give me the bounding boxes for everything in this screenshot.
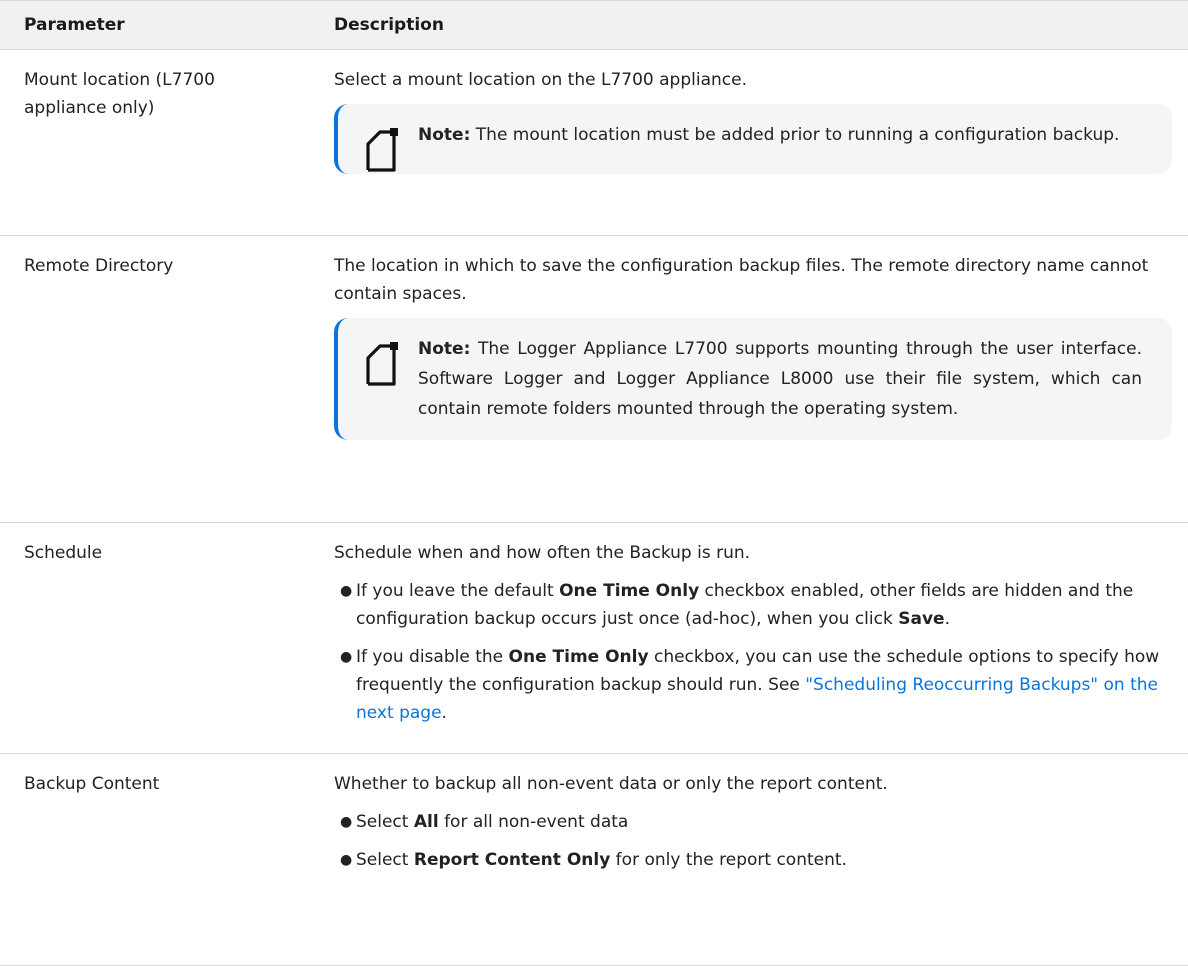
param-schedule: Schedule: [0, 522, 310, 754]
note-box: Note: The mount location must be added p…: [334, 104, 1172, 174]
bold-text: Report Content Only: [413, 850, 611, 870]
bullet-icon: ●: [340, 649, 353, 665]
list-item: ● Select Report Content Only for only the…: [334, 846, 1180, 874]
table-header-row: Parameter Description: [0, 0, 1188, 50]
note-body: The mount location must be added prior t…: [470, 125, 1120, 145]
desc-remote-directory: The location in which to save the config…: [334, 256, 1149, 304]
param-remote-directory: Remote Directory: [0, 235, 310, 523]
desc-cell: Whether to backup all non-event data or …: [310, 753, 1188, 966]
desc-cell: The location in which to save the config…: [310, 235, 1188, 523]
bullet-icon: ●: [340, 814, 353, 830]
param-backup-content: Backup Content: [0, 753, 310, 966]
table-row: Schedule Schedule when and how often the…: [0, 522, 1188, 754]
desc-mount-location: Select a mount location on the L7700 app…: [334, 70, 747, 90]
bullet-list: ● If you leave the default One Time Only …: [334, 577, 1180, 727]
note-label: Note:: [418, 125, 471, 145]
text: Select: [356, 850, 414, 870]
text: Select: [356, 812, 414, 832]
desc-schedule: Schedule when and how often the Backup i…: [334, 543, 751, 563]
note-text: Note: The mount location must be added p…: [418, 120, 1142, 150]
header-parameter: Parameter: [0, 0, 310, 50]
text: .: [441, 703, 447, 723]
table-row: Mount location (L7700 appliance only) Se…: [0, 49, 1188, 236]
bold-text: Save: [898, 609, 945, 629]
parameter-table: Parameter Description Mount location (L7…: [0, 0, 1188, 966]
bullet-icon: ●: [340, 583, 353, 599]
note-body: The Logger Appliance L7700 supports moun…: [418, 339, 1142, 419]
bullet-list: ● Select All for all non-event data ● Sele…: [334, 808, 1180, 874]
text: for all non-event data: [438, 812, 629, 832]
bullet-icon: ●: [340, 852, 353, 868]
note-icon: [366, 342, 398, 386]
text: .: [944, 609, 950, 629]
desc-cell: Select a mount location on the L7700 app…: [310, 49, 1188, 236]
desc-cell: Schedule when and how often the Backup i…: [310, 522, 1188, 754]
desc-backup-content: Whether to backup all non-event data or …: [334, 774, 888, 794]
list-item: ● If you disable the One Time Only checkb…: [334, 643, 1180, 727]
header-description: Description: [310, 0, 1188, 50]
table-row: Remote Directory The location in which t…: [0, 235, 1188, 523]
note-icon: [366, 128, 398, 172]
bold-text: One Time Only: [508, 647, 649, 667]
bold-text: One Time Only: [559, 581, 700, 601]
note-label: Note:: [418, 339, 471, 359]
table-row: Backup Content Whether to backup all non…: [0, 753, 1188, 966]
list-item: ● If you leave the default One Time Only …: [334, 577, 1180, 633]
note-box: Note: The Logger Appliance L7700 support…: [334, 318, 1172, 440]
text: If you disable the: [356, 647, 509, 667]
text: If you leave the default: [356, 581, 560, 601]
param-mount-location: Mount location (L7700 appliance only): [0, 49, 310, 236]
bold-text: All: [413, 812, 439, 832]
list-item: ● Select All for all non-event data: [334, 808, 1180, 836]
text: for only the report content.: [610, 850, 847, 870]
note-text: Note: The Logger Appliance L7700 support…: [418, 334, 1142, 424]
